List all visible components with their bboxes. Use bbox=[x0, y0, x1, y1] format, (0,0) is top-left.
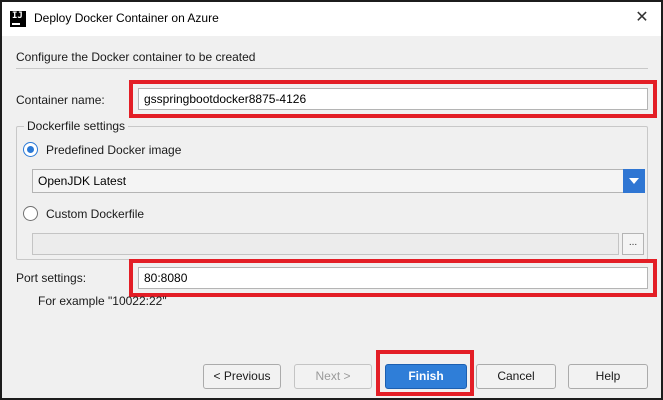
previous-button[interactable]: < Previous bbox=[203, 364, 281, 389]
port-settings-label: Port settings: bbox=[16, 271, 87, 285]
predefined-image-label: Predefined Docker image bbox=[46, 143, 182, 157]
help-button[interactable]: Help bbox=[568, 364, 648, 389]
docker-image-selected: OpenJDK Latest bbox=[38, 174, 127, 188]
container-name-label: Container name: bbox=[16, 93, 105, 107]
cancel-button[interactable]: Cancel bbox=[476, 364, 556, 389]
custom-dockerfile-radio[interactable] bbox=[23, 206, 38, 221]
container-name-input[interactable] bbox=[138, 88, 648, 110]
intellij-icon: IJ bbox=[10, 11, 26, 27]
dockerfile-path-input bbox=[32, 233, 619, 255]
section-header: Configure the Docker container to be cre… bbox=[16, 50, 648, 70]
chevron-down-icon[interactable] bbox=[623, 169, 645, 193]
window-title: Deploy Docker Container on Azure bbox=[34, 11, 219, 25]
finish-button[interactable]: Finish bbox=[385, 364, 467, 389]
section-header-text: Configure the Docker container to be cre… bbox=[16, 50, 256, 64]
port-settings-input[interactable] bbox=[138, 267, 648, 289]
docker-image-select[interactable]: OpenJDK Latest bbox=[32, 169, 645, 193]
custom-dockerfile-label: Custom Dockerfile bbox=[46, 207, 145, 221]
close-icon[interactable]: ✕ bbox=[633, 9, 651, 27]
port-example-hint: For example "10022:22" bbox=[38, 294, 167, 308]
dockerfile-settings-title: Dockerfile settings bbox=[24, 119, 129, 133]
next-button[interactable]: Next > bbox=[294, 364, 372, 389]
browse-button[interactable]: ... bbox=[622, 233, 644, 255]
deploy-dialog: IJ Deploy Docker Container on Azure ✕ Co… bbox=[0, 0, 663, 400]
header-divider bbox=[16, 68, 648, 69]
title-bar: IJ Deploy Docker Container on Azure ✕ bbox=[2, 2, 661, 36]
predefined-image-radio[interactable] bbox=[23, 142, 38, 157]
